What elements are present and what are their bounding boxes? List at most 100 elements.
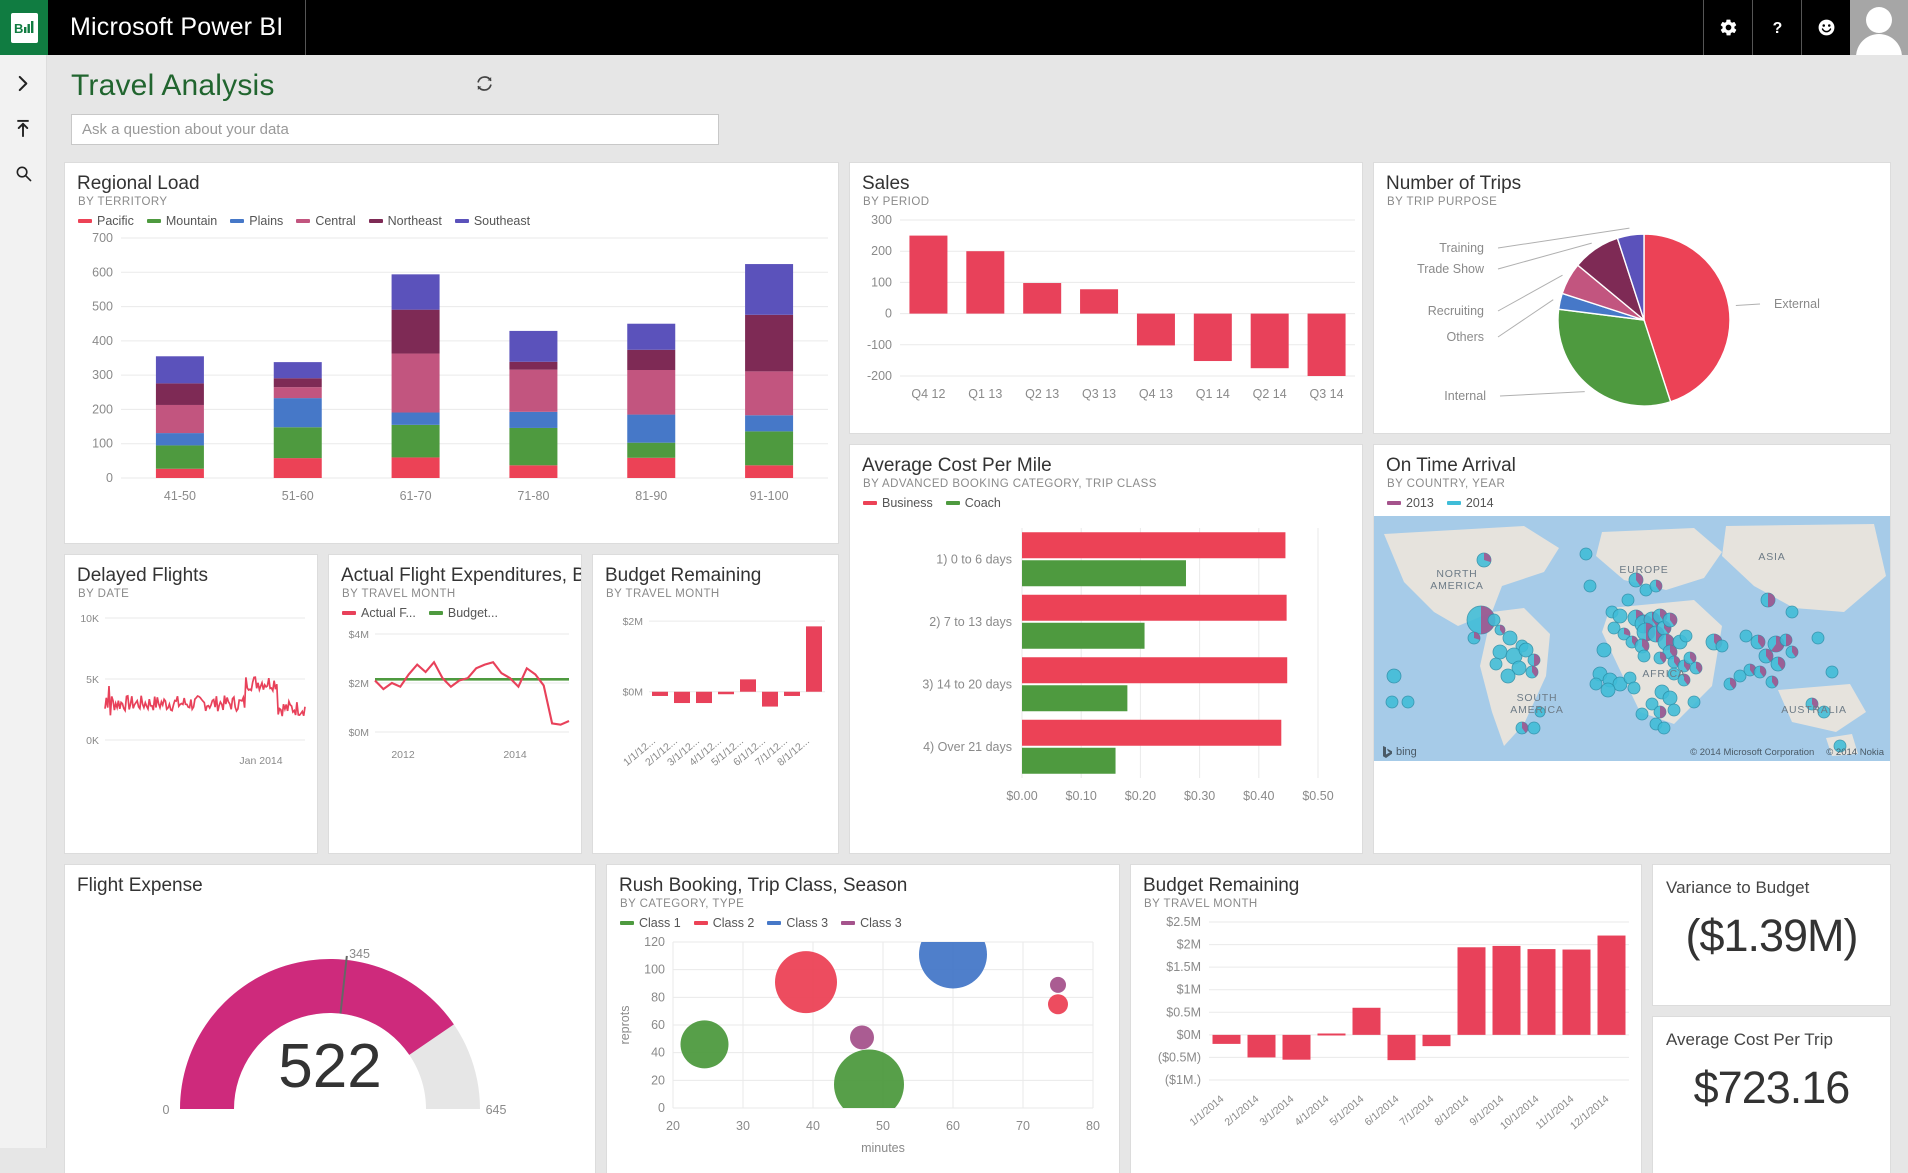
legend-item[interactable]: Central [296,214,355,228]
upload-button[interactable] [0,108,47,153]
regional-load-chart: 010020030040050060070041-5051-6061-7071-… [65,228,838,528]
legend-item[interactable]: Class 1 [620,916,681,930]
search-button[interactable] [0,153,47,198]
svg-text:8/1/2014: 8/1/2014 [1432,1093,1471,1129]
legend-label: Northeast [388,214,442,228]
svg-text:1) 0 to 6 days: 1) 0 to 6 days [936,552,1012,566]
tile-on-time-arrival[interactable]: On Time Arrival BY COUNTRY, YEAR 2013 20… [1374,445,1890,853]
dashboard-canvas: Travel Analysis Regional Load BY TERRITO… [47,55,1908,1148]
svg-text:12/1/2014: 12/1/2014 [1568,1093,1612,1132]
svg-text:70: 70 [1016,1119,1030,1133]
svg-text:61-70: 61-70 [400,489,432,503]
tile-delayed-flights[interactable]: Delayed Flights BY DATE 10K5K0KJan 2014 [65,555,317,853]
world-map[interactable]: NORTH AMERICA SOUTH AMERICA EUROPE AFRIC… [1374,516,1890,761]
legend-item[interactable]: Pacific [78,214,134,228]
legend-item[interactable]: Northeast [369,214,442,228]
tile-subtitle: BY PERIOD [850,195,1362,208]
svg-text:40: 40 [806,1119,820,1133]
svg-text:Recruiting: Recruiting [1428,304,1484,318]
user-account-button[interactable] [1850,0,1908,55]
legend-label: 2013 [1406,496,1434,510]
legend-swatch-business [863,501,877,505]
smiley-face-icon [1817,18,1836,37]
tile-title: On Time Arrival [1374,445,1890,477]
legend-item[interactable]: Business [863,496,933,510]
chart-legend: Class 1 Class 2 Class 3 Class 3 [607,910,1119,930]
legend-swatch-budget [429,611,443,615]
svg-text:$0.20: $0.20 [1125,789,1156,803]
help-button[interactable]: ? [1752,0,1801,55]
map-label-africa: AFRICA [1634,668,1694,680]
legend-label: Coach [965,496,1001,510]
svg-text:($0.5M): ($0.5M) [1158,1050,1201,1064]
tile-flight-expense[interactable]: Flight Expense 3450645522 [65,865,595,1173]
tile-average-cost-per-mile[interactable]: Average Cost Per Mile BY ADVANCED BOOKIN… [850,445,1362,853]
powerbi-logo[interactable]: B [0,0,48,55]
legend-label: Southeast [474,214,530,228]
legend-label: Central [315,214,355,228]
svg-text:4/1/2014: 4/1/2014 [1292,1093,1331,1129]
legend-item[interactable]: Plains [230,214,283,228]
tile-actual-flight-expenditures[interactable]: Actual Flight Expenditures, Bu... BY TRA… [329,555,581,853]
svg-text:60: 60 [946,1119,960,1133]
svg-text:0: 0 [885,306,892,320]
budget-remaining-small-chart: $2M$0M1/1/12...2/1/12...3/1/12...4/1/12.… [593,600,838,840]
tile-rush-booking[interactable]: Rush Booking, Trip Class, Season BY CATE… [607,865,1119,1173]
svg-text:20: 20 [651,1073,665,1087]
svg-text:645: 645 [486,1103,507,1117]
tile-title: Flight Expense [65,865,595,897]
legend-item[interactable]: Class 3 [841,916,902,930]
page-title: Travel Analysis [71,69,275,103]
tile-sales[interactable]: Sales BY PERIOD 3002001000-100-200Q4 12Q… [850,163,1362,433]
bing-logo-icon [1382,746,1393,758]
legend-label: Class 2 [713,916,755,930]
tile-variance-to-budget[interactable]: Variance to Budget ($1.39M) [1653,865,1890,1005]
svg-text:500: 500 [92,299,113,313]
legend-item[interactable]: Actual F... [342,606,416,620]
legend-item[interactable]: 2014 [1447,496,1494,510]
legend-item[interactable]: Southeast [455,214,530,228]
svg-text:10K: 10K [80,613,99,625]
refresh-icon[interactable] [475,74,494,98]
qna-input-wrapper[interactable] [71,114,719,145]
map-copyright: © 2014 Microsoft Corporation © 2014 Noki… [1690,747,1884,758]
tile-budget-remaining-large[interactable]: Budget Remaining BY TRAVEL MONTH $2.5M$2… [1131,865,1641,1173]
feedback-button[interactable] [1801,0,1850,55]
svg-text:2012: 2012 [391,749,415,761]
question-mark-icon: ? [1768,18,1787,37]
trips-pie-chart: ExternalInternalOthersRecruitingTrade Sh… [1374,208,1890,426]
legend-label: Class 3 [786,916,828,930]
svg-text:$0.00: $0.00 [1006,789,1037,803]
svg-text:B: B [14,21,23,36]
svg-text:10/1/2014: 10/1/2014 [1498,1093,1542,1132]
tile-subtitle: BY ADVANCED BOOKING CATEGORY, TRIP CLASS [850,477,1362,490]
tile-title: Number of Trips [1374,163,1890,195]
settings-button[interactable] [1703,0,1752,55]
search-input[interactable] [82,121,708,138]
legend-item[interactable]: Class 2 [694,916,755,930]
tile-title: Average Cost Per Mile [850,445,1362,477]
tile-budget-remaining-small[interactable]: Budget Remaining BY TRAVEL MONTH $2M$0M1… [593,555,838,853]
flight-expense-gauge: 3450645522 [65,897,595,1167]
legend-item[interactable]: Mountain [147,214,217,228]
tile-number-of-trips[interactable]: Number of Trips BY TRIP PURPOSE External… [1374,163,1890,433]
svg-text:400: 400 [92,334,113,348]
legend-item[interactable]: Coach [946,496,1001,510]
tile-regional-load[interactable]: Regional Load BY TERRITORY Pacific Mount… [65,163,838,543]
legend-item[interactable]: 2013 [1387,496,1434,510]
svg-text:Q2 13: Q2 13 [1025,387,1059,401]
legend-item[interactable]: Class 3 [767,916,828,930]
budget-remaining-large-chart: $2.5M$2M$1.5M$1M$0.5M$0M($0.5M)($1M.)1/1… [1131,910,1641,1162]
svg-text:20: 20 [666,1119,680,1133]
tile-average-cost-per-trip[interactable]: Average Cost Per Trip $723.16 [1653,1017,1890,1173]
legend-item[interactable]: Budget... [429,606,498,620]
expand-nav-button[interactable] [0,63,47,108]
svg-text:$0M: $0M [349,727,369,739]
tile-subtitle: BY TRIP PURPOSE [1374,195,1890,208]
actual-expenditures-chart: $4M$2M$0M20122014 [329,620,581,832]
svg-text:80: 80 [651,990,665,1004]
svg-text:?: ? [1772,20,1782,37]
svg-text:Q2 14: Q2 14 [1253,387,1287,401]
tile-subtitle: BY COUNTRY, YEAR [1374,477,1890,490]
svg-text:Q1 13: Q1 13 [968,387,1002,401]
